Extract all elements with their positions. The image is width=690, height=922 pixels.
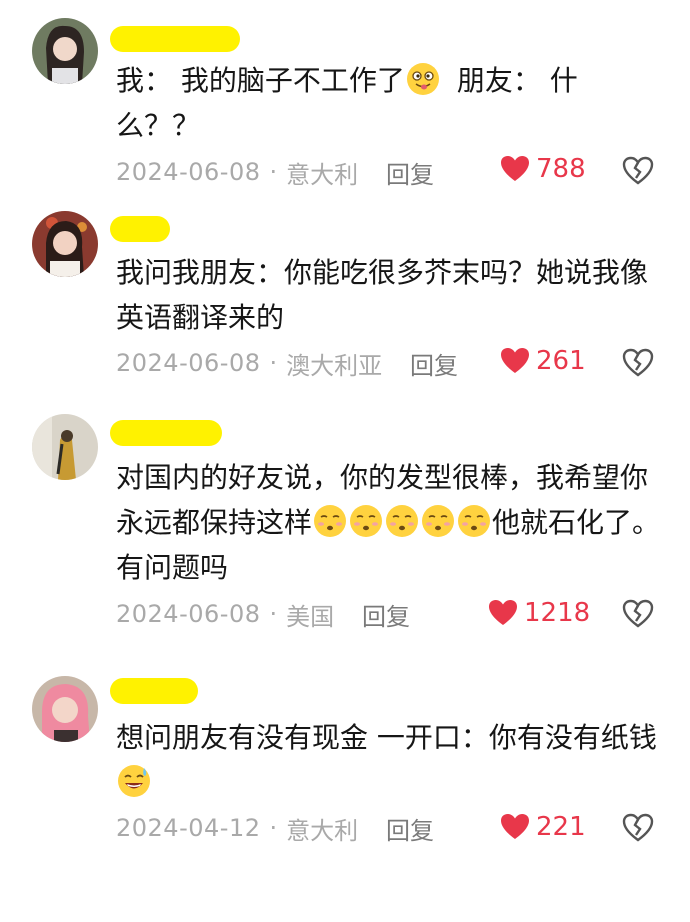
reply-button[interactable]: 回复 (362, 597, 410, 632)
dislike-button[interactable] (622, 598, 654, 630)
sad-face-emoji-icon (421, 504, 455, 538)
comment-text: 我问我朋友：你能吃很多芥末吗？她说我像英语翻译来的 (116, 256, 649, 334)
broken-heart-icon (622, 813, 654, 842)
heart-icon (488, 598, 518, 628)
silly-face-emoji-icon (406, 62, 440, 96)
like-count: 1218 (524, 598, 591, 628)
sad-face-emoji-icon (457, 504, 491, 538)
sad-face-emoji-icon (385, 504, 419, 538)
comment-date: 2024-06-08 (116, 158, 261, 186)
broken-heart-icon (622, 156, 654, 185)
comment-location: 意大利 (286, 160, 359, 189)
like-button[interactable]: 221 (500, 812, 586, 842)
meta-separator: · (269, 600, 278, 628)
redacted-username (110, 678, 198, 704)
like-count: 221 (536, 812, 586, 842)
comment-location: 澳大利亚 (286, 351, 383, 380)
like-count: 788 (536, 154, 586, 184)
heart-icon (500, 812, 530, 842)
dislike-button[interactable] (622, 155, 654, 187)
reply-button[interactable]: 回复 (410, 346, 458, 381)
comment-text: 我： 我的脑子不工作了 朋友： 什么？？ (116, 62, 578, 142)
dislike-button[interactable] (622, 347, 654, 379)
broken-heart-icon (622, 599, 654, 628)
comment-date: 2024-06-08 (116, 600, 261, 628)
sad-face-emoji-icon (313, 504, 347, 538)
comment-text: 想问朋友有没有现金 一开口：你有没有纸钱 (116, 715, 661, 805)
avatar[interactable] (32, 414, 98, 480)
comment-date: 2024-06-08 (116, 349, 261, 377)
dislike-button[interactable] (622, 812, 654, 844)
meta-separator: · (269, 158, 278, 186)
like-button[interactable]: 1218 (488, 598, 590, 628)
like-button[interactable]: 788 (500, 154, 586, 184)
reply-button[interactable]: 回复 (386, 811, 434, 846)
avatar[interactable] (32, 18, 98, 84)
broken-heart-icon (622, 348, 654, 377)
avatar[interactable] (32, 676, 98, 742)
comment-text: 对国内的好友说，你的发型很棒，我希望你永远都保持这样 他就石化了。有问题吗 (116, 461, 661, 584)
redacted-username (110, 420, 222, 446)
comment-location: 美国 (286, 602, 335, 631)
meta-separator: · (269, 814, 278, 842)
reply-button[interactable]: 回复 (386, 155, 434, 190)
heart-icon (500, 346, 530, 376)
sweat-smile-emoji-icon (117, 764, 151, 798)
redacted-username (110, 216, 170, 242)
like-count: 261 (536, 346, 586, 376)
comment-date: 2024-04-12 (116, 814, 261, 842)
heart-icon (500, 154, 530, 184)
like-button[interactable]: 261 (500, 346, 586, 376)
avatar[interactable] (32, 211, 98, 277)
meta-separator: · (269, 349, 278, 377)
redacted-username (110, 26, 240, 52)
comment-location: 意大利 (286, 816, 359, 845)
sad-face-emoji-icon (349, 504, 383, 538)
